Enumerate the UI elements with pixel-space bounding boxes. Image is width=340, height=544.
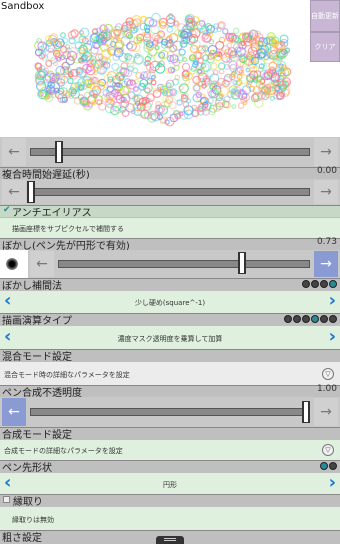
checkbox-icon[interactable]	[3, 496, 10, 503]
paint-dot	[193, 84, 201, 92]
paint-dot	[170, 67, 176, 73]
slider-thumb[interactable]	[237, 252, 246, 274]
chevron-right-icon[interactable]: ›	[329, 290, 336, 311]
paint-dot	[99, 68, 105, 74]
paint-dot	[154, 63, 166, 74]
blur-interp-value: 少し硬め(square^-1)	[134, 299, 206, 307]
slider-track[interactable]	[30, 148, 310, 156]
pen-shape-header: ペン先形状	[0, 460, 340, 474]
antialias-header[interactable]: ✔ アンチエイリアス	[0, 205, 340, 219]
paint-dot	[92, 70, 98, 76]
paint-dot	[45, 59, 53, 67]
paint-dot	[60, 32, 66, 38]
paint-dot	[111, 62, 120, 72]
border-header[interactable]: 縁取り	[0, 494, 340, 508]
slider-thumb[interactable]	[55, 141, 63, 163]
paint-dot	[67, 77, 74, 85]
blend-mode-desc: 混合モード時の詳細なパラメータを設定	[4, 371, 130, 379]
slider-thumb[interactable]	[27, 181, 35, 203]
blur-interp-selector[interactable]: ‹ 少し硬め(square^-1) ›	[0, 290, 340, 313]
pen-opacity-header: ペン合成不透明度 1.00	[0, 384, 340, 399]
left-arrow-icon[interactable]: ←	[2, 180, 26, 204]
pen-shape-selector[interactable]: ‹ 円形 ›	[0, 472, 340, 494]
slider-track[interactable]	[30, 408, 310, 416]
blend-mode-row[interactable]: 混合モード時の詳細なパラメータを設定 ▽	[0, 361, 340, 385]
drawing-canvas[interactable]: Sandbox	[0, 0, 308, 136]
drawer-handle[interactable]	[156, 536, 184, 544]
right-arrow-icon[interactable]: →	[314, 398, 338, 426]
clear-button[interactable]: クリア	[310, 32, 340, 62]
border-desc: 縁取りは無効	[12, 516, 54, 524]
composite-mode-desc: 合成モードの詳細なパラメータを設定	[4, 447, 123, 455]
paint-dot	[178, 83, 189, 94]
paint-dot	[154, 45, 160, 51]
clear-label: クリア	[314, 42, 336, 51]
blend-mode-header: 混合モード設定	[0, 349, 340, 363]
draw-type-selector[interactable]: ‹ 濃度マスク透明度を乗算して加算 ›	[0, 325, 340, 349]
page-indicator	[284, 315, 337, 323]
slider-track[interactable]	[30, 188, 310, 196]
left-arrow-icon[interactable]: ←	[30, 251, 54, 277]
draw-type-value: 濃度マスク透明度を乗算して加算	[117, 335, 223, 343]
chevron-right-icon[interactable]: ›	[329, 326, 336, 347]
paint-dot	[166, 26, 174, 33]
paint-dot	[181, 62, 191, 72]
canvas-title: Sandbox	[1, 1, 45, 12]
antialias-desc: 描画座標をサブピクセルで補間する	[12, 225, 124, 233]
blur-slider: ← →	[0, 250, 340, 278]
paint-dot	[132, 67, 139, 74]
paint-dot	[210, 62, 218, 70]
right-arrow-icon[interactable]: →	[314, 138, 338, 166]
compose-delay-slider: ← →	[0, 179, 340, 205]
blur-value: 0.73	[316, 237, 337, 247]
settings-icon[interactable]: ▽	[322, 368, 334, 380]
blur-interp-header: ぼかし補間法	[0, 278, 340, 292]
blur-header: ぼかし(ペン先が円形で有効) 0.73	[0, 237, 340, 252]
paint-dot	[217, 22, 225, 29]
right-arrow-icon[interactable]: →	[314, 251, 338, 277]
right-arrow-icon[interactable]: →	[314, 180, 338, 204]
pen-opacity-slider: ← →	[0, 397, 340, 427]
left-arrow-icon[interactable]: ←	[2, 138, 26, 166]
paint-dot	[176, 99, 183, 106]
border-desc-row[interactable]: 縁取りは無効	[0, 506, 340, 530]
slider-row-top: ← →	[0, 137, 340, 167]
compose-delay-value: 0.00	[316, 166, 337, 176]
paint-dot	[232, 27, 240, 34]
slider-track[interactable]	[58, 260, 310, 268]
compose-delay-header: 複合時間始遅延(秒) 0.00	[0, 166, 340, 181]
settings-icon[interactable]: ▽	[322, 444, 334, 456]
paint-dot	[231, 104, 237, 109]
auto-update-button[interactable]: 自動更新	[310, 0, 340, 32]
pen-opacity-value: 1.00	[316, 384, 337, 394]
composite-mode-row[interactable]: 合成モードの詳細なパラメータを設定 ▽	[0, 439, 340, 460]
page-indicator	[320, 462, 337, 470]
antialias-desc-row[interactable]: 描画座標をサブピクセルで補間する	[0, 217, 340, 238]
brush-preview	[0, 250, 28, 278]
page-indicator	[302, 280, 337, 288]
composite-mode-header: 合成モード設定	[0, 427, 340, 441]
check-icon: ✔	[3, 205, 11, 215]
pen-shape-value: 円形	[163, 481, 177, 489]
slider-thumb[interactable]	[302, 401, 310, 423]
draw-type-header: 描画演算タイプ	[0, 313, 340, 327]
paint-dot	[268, 61, 278, 71]
left-arrow-icon[interactable]: ←	[2, 398, 26, 426]
roughness-label: 粗さ設定	[2, 533, 42, 544]
paint-dot	[53, 61, 59, 67]
chevron-right-icon[interactable]: ›	[329, 472, 336, 493]
paint-dot	[237, 102, 245, 109]
auto-update-label: 自動更新	[311, 11, 339, 20]
paint-dots	[33, 12, 292, 127]
